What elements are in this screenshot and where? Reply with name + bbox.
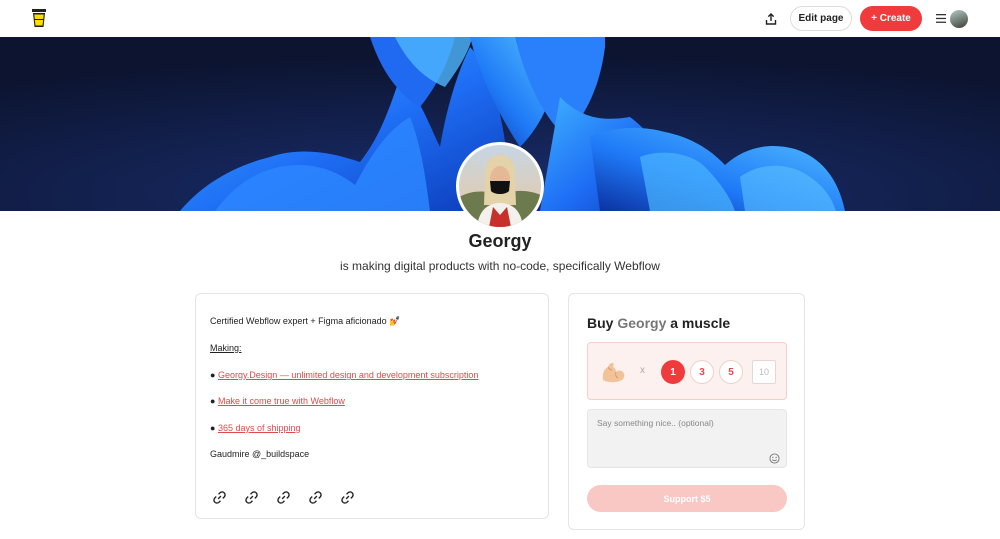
edit-page-button[interactable]: Edit page — [790, 6, 852, 31]
project-link[interactable]: 365 days of shipping — [218, 423, 301, 433]
link-icon[interactable] — [242, 488, 261, 507]
list-item: ● 365 days of shipping — [210, 423, 301, 433]
bullet: ● — [210, 396, 216, 406]
message-placeholder: Say something nice.. (optional) — [597, 418, 714, 428]
flexed-biceps-icon — [600, 360, 626, 384]
support-button[interactable]: Support $5 — [587, 485, 787, 512]
social-links — [210, 488, 357, 507]
project-link[interactable]: Make it come true with Webflow — [218, 396, 345, 406]
link-icon[interactable] — [338, 488, 357, 507]
about-intro: Certified Webflow expert + Figma aficion… — [210, 316, 401, 326]
account-menu-button[interactable] — [930, 6, 972, 31]
making-heading: Making: — [210, 343, 242, 353]
bullet: ● — [210, 370, 216, 380]
quantity-selector: x 1 3 5 10 — [587, 342, 787, 400]
user-avatar — [950, 9, 968, 28]
about-footer: Gaudmire @_buildspace — [210, 449, 310, 459]
hamburger-menu-icon — [936, 14, 946, 23]
quantity-option-5[interactable]: 5 — [719, 360, 743, 384]
bullet: ● — [210, 423, 216, 433]
create-button[interactable]: + Create — [860, 6, 922, 31]
coffee-cup-logo[interactable] — [29, 7, 49, 29]
custom-quantity-input[interactable]: 10 — [752, 360, 776, 384]
share-icon[interactable] — [756, 4, 786, 34]
quantity-option-3[interactable]: 3 — [690, 360, 714, 384]
link-icon[interactable] — [210, 488, 229, 507]
about-card: Certified Webflow expert + Figma aficion… — [195, 293, 549, 519]
creator-name: Georgy — [468, 231, 532, 251]
link-icon[interactable] — [306, 488, 325, 507]
times-sign: x — [640, 365, 645, 376]
creator-tagline: is making digital products with no-code,… — [340, 259, 660, 273]
support-card: Buy Georgy a muscle x 1 3 5 10 Say somet… — [568, 293, 805, 530]
list-item: ● Make it come true with Webflow — [210, 396, 345, 406]
smiley-icon[interactable] — [769, 451, 780, 464]
support-title-prefix: Buy — [587, 315, 614, 331]
top-navigation-bar: Edit page + Create — [0, 0, 1000, 37]
project-link[interactable]: Georgy.Design — unlimited design and dev… — [218, 370, 478, 380]
link-icon[interactable] — [274, 488, 293, 507]
message-input[interactable]: Say something nice.. (optional) — [587, 409, 787, 468]
profile-avatar — [456, 142, 544, 230]
quantity-option-1[interactable]: 1 — [661, 360, 685, 384]
list-item: ● Georgy.Design — unlimited design and d… — [210, 370, 478, 380]
support-title: Buy Georgy a muscle — [587, 315, 730, 331]
support-title-name: Georgy — [617, 315, 667, 331]
support-title-suffix: a muscle — [670, 315, 731, 331]
